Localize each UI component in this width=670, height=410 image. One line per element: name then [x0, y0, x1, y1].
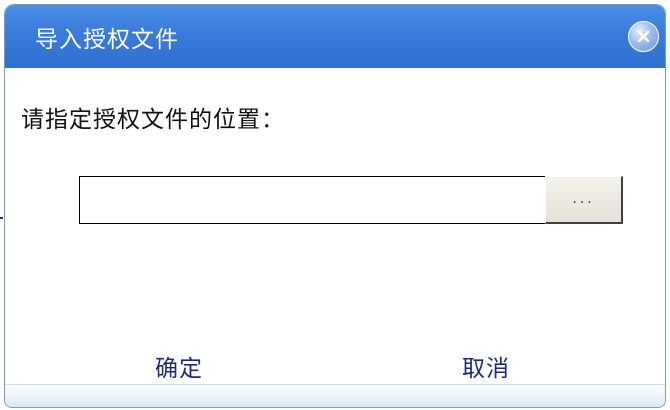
- dialog-bottom-bar: [5, 384, 665, 407]
- close-button[interactable]: [628, 21, 659, 52]
- dialog-title: 导入授权文件: [35, 27, 179, 53]
- license-path-input[interactable]: [79, 176, 545, 224]
- ok-button[interactable]: 确定: [155, 349, 203, 383]
- browse-button[interactable]: ...: [545, 176, 623, 224]
- import-license-dialog: 导入授权文件 请指定授权文件的位置： ... 确定 取消: [4, 4, 666, 408]
- close-icon: [637, 30, 650, 43]
- location-prompt: 请指定授权文件的位置：: [21, 107, 285, 133]
- dialog-titlebar[interactable]: 导入授权文件: [5, 5, 665, 68]
- stray-mark: [0, 217, 3, 219]
- cancel-button[interactable]: 取消: [462, 349, 510, 383]
